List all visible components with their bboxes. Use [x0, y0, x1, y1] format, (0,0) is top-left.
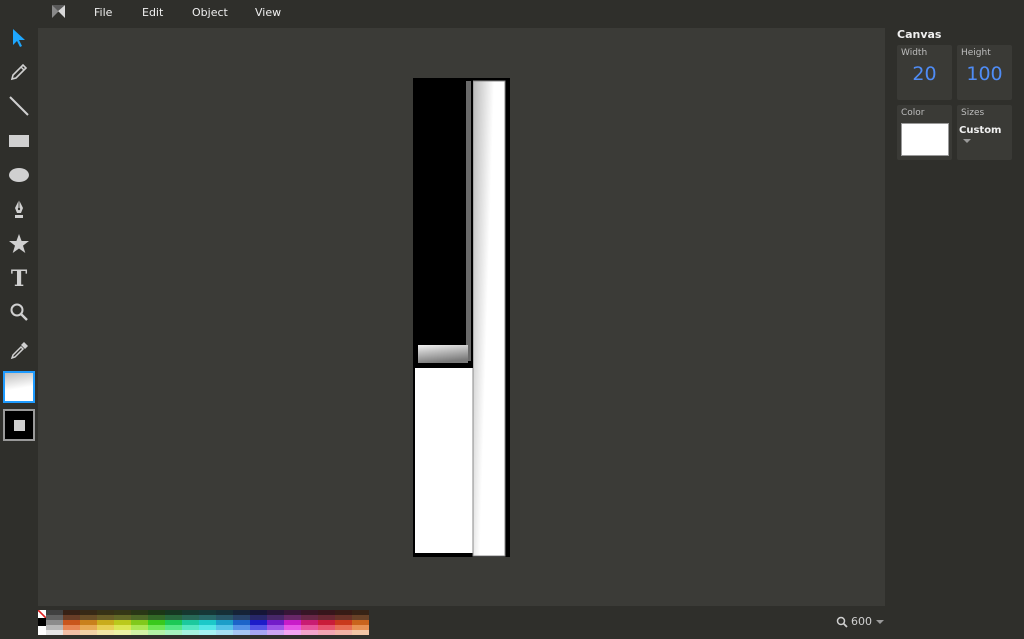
menu-view[interactable]: View — [255, 6, 281, 19]
pencil-icon — [10, 63, 28, 81]
text-icon: T — [11, 267, 28, 289]
palette-column[interactable] — [199, 610, 216, 635]
palette-column[interactable] — [182, 610, 199, 635]
tool-text[interactable]: T — [4, 263, 34, 293]
palette-swatch[interactable] — [250, 630, 267, 635]
white-swatch — [38, 626, 46, 635]
grey-divider — [466, 81, 471, 361]
height-label: Height — [961, 48, 991, 58]
palette-column[interactable] — [352, 610, 369, 635]
palette-swatch[interactable] — [131, 630, 148, 635]
height-value[interactable]: 100 — [957, 63, 1012, 85]
sizes-value: Custom — [959, 125, 1002, 136]
black-swatch — [38, 618, 46, 626]
palette-column[interactable] — [165, 610, 182, 635]
tool-star[interactable] — [4, 229, 34, 259]
panel-title: Canvas — [897, 28, 942, 41]
tool-pencil[interactable] — [4, 57, 34, 87]
drawing-canvas[interactable] — [413, 78, 510, 557]
canvas-color-field[interactable]: Color — [897, 105, 952, 160]
tool-line[interactable] — [4, 91, 34, 121]
canvas-height-field[interactable]: Height 100 — [957, 45, 1012, 100]
magnifier-icon — [10, 303, 28, 321]
palette-column[interactable] — [131, 610, 148, 635]
palette-column[interactable] — [301, 610, 318, 635]
palette-column[interactable] — [80, 610, 97, 635]
palette-column[interactable] — [267, 610, 284, 635]
line-icon — [9, 96, 29, 116]
palette-column[interactable] — [97, 610, 114, 635]
pen-nib-icon — [15, 200, 23, 218]
sizes-label: Sizes — [961, 108, 985, 118]
properties-panel: Canvas Width 20 Height 100 Color Sizes C… — [885, 26, 1024, 635]
eyedropper-icon — [10, 342, 28, 360]
tool-rectangle[interactable] — [4, 126, 34, 156]
tool-eyedropper[interactable] — [4, 336, 34, 366]
fill-color-swatch[interactable] — [3, 371, 35, 403]
chevron-down-icon — [876, 619, 884, 624]
color-label: Color — [901, 108, 925, 118]
palette-swatch[interactable] — [165, 630, 182, 635]
palette-swatch[interactable] — [216, 630, 233, 635]
palette-swatch[interactable] — [199, 630, 216, 635]
menu-edit[interactable]: Edit — [142, 6, 163, 19]
palette-column[interactable] — [216, 610, 233, 635]
rectangle-icon — [9, 135, 29, 147]
tool-zoom[interactable] — [4, 297, 34, 327]
palette-swatch[interactable] — [318, 630, 335, 635]
app-logo-icon[interactable] — [52, 5, 65, 18]
canvas-width-field[interactable]: Width 20 — [897, 45, 952, 100]
canvas-sizes-field[interactable]: Sizes Custom — [957, 105, 1012, 160]
zoom-value: 600 — [851, 615, 872, 628]
chevron-down-icon — [963, 139, 971, 143]
palette-column[interactable] — [335, 610, 352, 635]
palette-swatch[interactable] — [267, 630, 284, 635]
width-value[interactable]: 20 — [897, 63, 952, 85]
palette-swatch[interactable] — [148, 630, 165, 635]
canvas-workarea[interactable] — [38, 28, 885, 606]
palette-swatch[interactable] — [114, 630, 131, 635]
sizes-dropdown[interactable]: Custom — [959, 125, 1012, 147]
ellipse-icon — [9, 168, 29, 182]
palette-swatch[interactable] — [284, 630, 301, 635]
stroke-inner-square — [14, 420, 25, 431]
palette-swatch[interactable] — [97, 630, 114, 635]
black-panel — [414, 79, 473, 368]
cursor-arrow-icon — [13, 29, 25, 47]
tool-ellipse[interactable] — [4, 160, 34, 190]
palette-swatch[interactable] — [80, 630, 97, 635]
tool-panel: T — [0, 26, 38, 635]
palette-swatch[interactable] — [63, 630, 80, 635]
palette-swatch[interactable] — [301, 630, 318, 635]
palette-column[interactable] — [250, 610, 267, 635]
palette-swatch[interactable] — [352, 630, 369, 635]
palette-column[interactable] — [46, 610, 63, 635]
palette-column[interactable] — [318, 610, 335, 635]
palette-swatch[interactable] — [335, 630, 352, 635]
tool-select[interactable] — [4, 23, 34, 53]
canvas-color-swatch[interactable] — [901, 123, 949, 156]
palette-column[interactable] — [63, 610, 80, 635]
palette-swatch[interactable] — [182, 630, 199, 635]
palette-column[interactable] — [233, 610, 250, 635]
color-palette[interactable] — [37, 609, 370, 635]
palette-swatch[interactable] — [233, 630, 250, 635]
palette-column[interactable] — [114, 610, 131, 635]
palette-column[interactable] — [284, 610, 301, 635]
width-label: Width — [901, 48, 928, 58]
svg-text:T: T — [11, 267, 28, 289]
zoom-control[interactable]: 600 — [836, 615, 884, 628]
stroke-color-swatch[interactable] — [3, 409, 35, 441]
palette-swatch[interactable] — [46, 630, 63, 635]
menu-file[interactable]: File — [94, 6, 112, 19]
menu-bar: File Edit Object View — [0, 0, 1024, 26]
tool-path[interactable] — [4, 194, 34, 224]
grey-bar — [418, 345, 468, 363]
palette-column[interactable] — [148, 610, 165, 635]
star-icon — [9, 234, 29, 253]
gradient-column — [473, 81, 505, 556]
palette-special-swatches — [37, 609, 47, 635]
magnifier-icon — [836, 616, 848, 628]
menu-object[interactable]: Object — [192, 6, 228, 19]
